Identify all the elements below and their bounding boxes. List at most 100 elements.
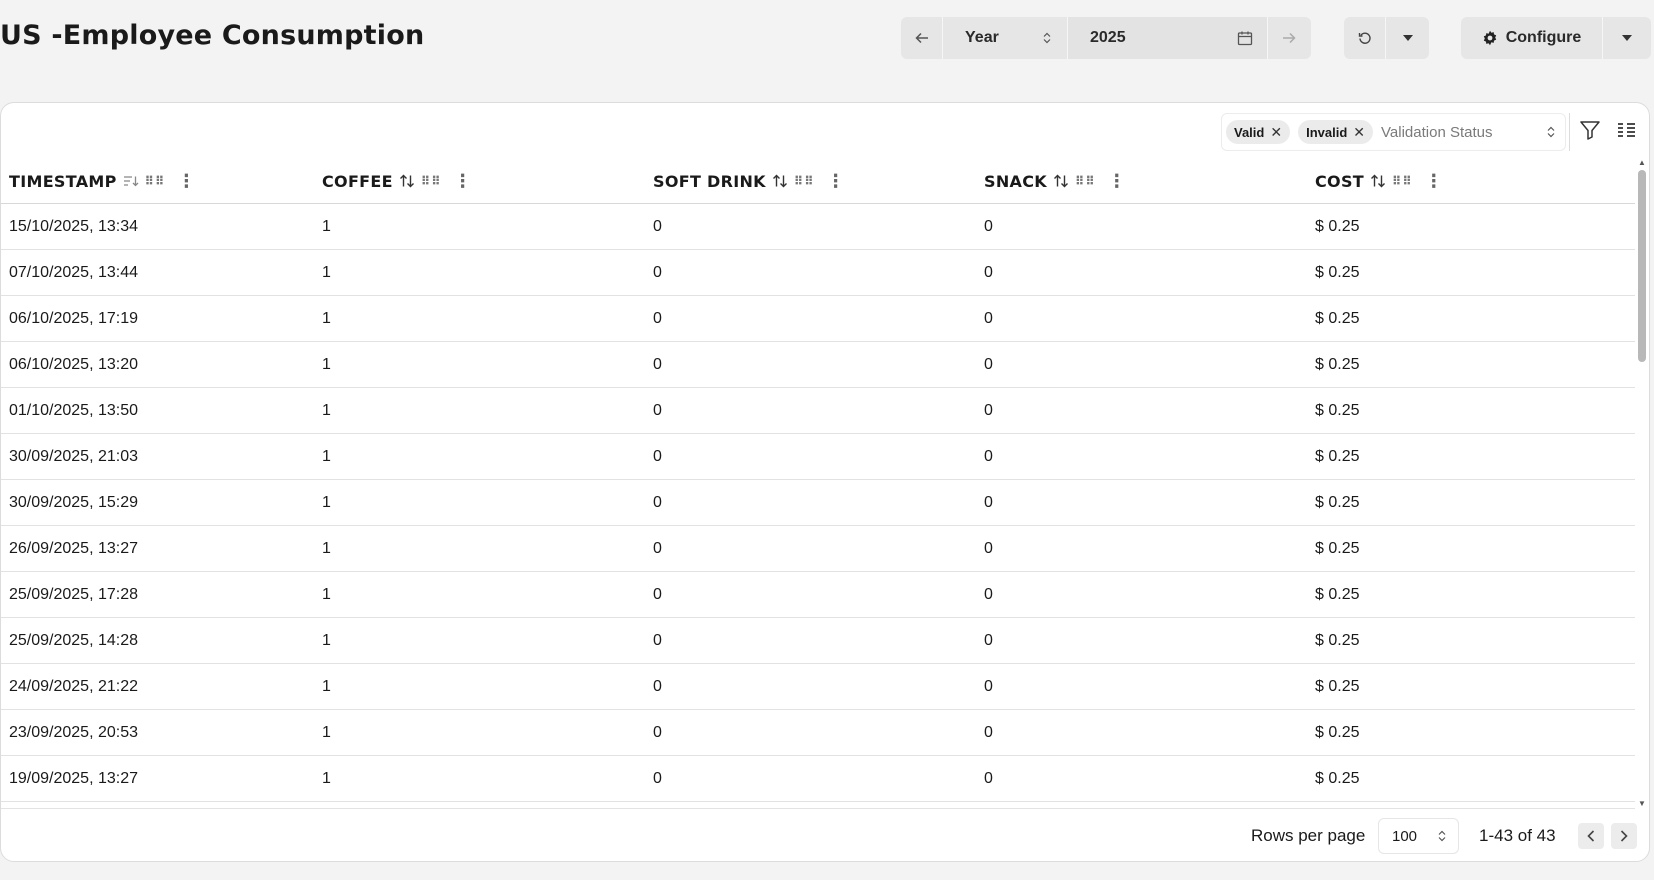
- cell-coffee: 1: [322, 310, 331, 327]
- refresh-options-button[interactable]: [1386, 17, 1429, 59]
- table-row[interactable]: 30/09/2025, 15:29 1 0 0 $ 0.25: [1, 480, 1635, 526]
- cell-timestamp: 19/09/2025, 13:27: [9, 770, 139, 787]
- table-row[interactable]: 06/10/2025, 13:20 1 0 0 $ 0.25: [1, 342, 1635, 388]
- cell-soft-drink: 0: [653, 540, 662, 557]
- sort-icon[interactable]: [399, 174, 415, 188]
- cell-coffee: 1: [322, 356, 331, 373]
- data-table-card: Valid ✕ Invalid ✕ Validation Status TIME…: [0, 102, 1650, 862]
- cell-cost: $ 0.25: [1315, 678, 1360, 695]
- close-icon[interactable]: ✕: [1353, 124, 1365, 141]
- table-row[interactable]: 01/10/2025, 13:50 1 0 0 $ 0.25: [1, 388, 1635, 434]
- cell-snack: 0: [984, 310, 993, 327]
- cell-coffee: 1: [322, 494, 331, 511]
- cell-snack: 0: [984, 264, 993, 281]
- column-menu-icon[interactable]: ⋮: [1108, 171, 1126, 192]
- cell-coffee: 1: [322, 540, 331, 557]
- scroll-down-icon[interactable]: ▼: [1638, 799, 1646, 808]
- cell-coffee: 1: [322, 770, 331, 787]
- table-row[interactable]: 26/09/2025, 13:27 1 0 0 $ 0.25: [1, 526, 1635, 572]
- filter-chip-label: Valid: [1234, 124, 1265, 140]
- cell-soft-drink: 0: [653, 218, 662, 235]
- column-label: COST: [1315, 171, 1364, 191]
- cell-timestamp: 15/10/2025, 13:34: [9, 218, 139, 235]
- table-row[interactable]: 25/09/2025, 17:28 1 0 0 $ 0.25: [1, 572, 1635, 618]
- sort-icon[interactable]: [772, 174, 788, 188]
- cell-soft-drink: 0: [653, 632, 662, 649]
- next-page-button[interactable]: [1611, 823, 1637, 849]
- cell-cost: $ 0.25: [1315, 218, 1360, 235]
- toolbar-divider: [1569, 113, 1570, 151]
- table-body: 15/10/2025, 13:34 1 0 0 $ 0.25 07/10/202…: [1, 204, 1635, 802]
- cell-soft-drink: 0: [653, 494, 662, 511]
- close-icon[interactable]: ✕: [1270, 124, 1282, 141]
- page-title: US -Employee Consumption: [0, 20, 425, 51]
- cell-coffee: 1: [322, 586, 331, 603]
- chevron-updown-icon: [1043, 32, 1051, 44]
- next-period-button[interactable]: [1268, 17, 1310, 59]
- table-row[interactable]: 30/09/2025, 21:03 1 0 0 $ 0.25: [1, 434, 1635, 480]
- column-menu-icon[interactable]: ⋮: [827, 171, 845, 192]
- cell-soft-drink: 0: [653, 770, 662, 787]
- table-row[interactable]: 06/10/2025, 17:19 1 0 0 $ 0.25: [1, 296, 1635, 342]
- scroll-up-icon[interactable]: ▲: [1638, 158, 1646, 167]
- drag-handle-icon[interactable]: ⠿⠿: [1075, 174, 1096, 188]
- table-row[interactable]: 23/09/2025, 20:53 1 0 0 $ 0.25: [1, 710, 1635, 756]
- column-label: SOFT DRINK: [653, 171, 766, 191]
- drag-handle-icon[interactable]: ⠿⠿: [794, 174, 815, 188]
- refresh-button[interactable]: [1344, 17, 1386, 59]
- columns-icon[interactable]: [1615, 119, 1637, 146]
- period-select[interactable]: Year: [943, 17, 1068, 59]
- cell-timestamp: 25/09/2025, 14:28: [9, 632, 139, 649]
- sort-icon[interactable]: [1370, 174, 1386, 188]
- cell-snack: 0: [984, 448, 993, 465]
- validation-status-filter[interactable]: Valid ✕ Invalid ✕ Validation Status: [1221, 113, 1566, 151]
- cell-timestamp: 06/10/2025, 13:20: [9, 356, 139, 373]
- cell-timestamp: 30/09/2025, 21:03: [9, 448, 139, 465]
- filter-chip-invalid[interactable]: Invalid ✕: [1298, 120, 1374, 144]
- configure-options-button[interactable]: [1603, 17, 1651, 59]
- drag-handle-icon[interactable]: ⠿⠿: [421, 174, 442, 188]
- date-picker[interactable]: 2025: [1068, 17, 1268, 59]
- column-header-coffee[interactable]: COFFEE ⠿⠿ ⋮: [322, 158, 472, 204]
- sort-desc-icon[interactable]: [123, 175, 139, 187]
- drag-handle-icon[interactable]: ⠿⠿: [1392, 174, 1413, 188]
- filter-chip-valid[interactable]: Valid ✕: [1226, 120, 1291, 144]
- gear-icon: [1482, 30, 1498, 46]
- column-header-snack[interactable]: SNACK ⠿⠿ ⋮: [984, 158, 1126, 204]
- table-row[interactable]: 25/09/2025, 14:28 1 0 0 $ 0.25: [1, 618, 1635, 664]
- column-menu-icon[interactable]: ⋮: [454, 171, 472, 192]
- rows-per-page-select[interactable]: 100: [1378, 818, 1459, 854]
- cell-soft-drink: 0: [653, 586, 662, 603]
- column-label: TIMESTAMP: [9, 171, 117, 191]
- previous-page-button[interactable]: [1578, 823, 1604, 849]
- cell-snack: 0: [984, 356, 993, 373]
- column-header-soft-drink[interactable]: SOFT DRINK ⠿⠿ ⋮: [653, 158, 845, 204]
- column-menu-icon[interactable]: ⋮: [177, 171, 195, 192]
- column-menu-icon[interactable]: ⋮: [1425, 171, 1443, 192]
- cell-timestamp: 30/09/2025, 15:29: [9, 494, 139, 511]
- table-row[interactable]: 15/10/2025, 13:34 1 0 0 $ 0.25: [1, 204, 1635, 250]
- filter-chip-label: Invalid: [1306, 124, 1348, 140]
- cell-coffee: 1: [322, 402, 331, 419]
- rows-per-page-label: Rows per page: [1251, 826, 1366, 845]
- cell-coffee: 1: [322, 724, 331, 741]
- sort-icon[interactable]: [1053, 174, 1069, 188]
- filter-icon[interactable]: [1579, 119, 1601, 146]
- cell-soft-drink: 0: [653, 310, 662, 327]
- cell-soft-drink: 0: [653, 402, 662, 419]
- table-row[interactable]: 24/09/2025, 21:22 1 0 0 $ 0.25: [1, 664, 1635, 710]
- table-row[interactable]: 19/09/2025, 13:27 1 0 0 $ 0.25: [1, 756, 1635, 802]
- column-header-cost[interactable]: COST ⠿⠿ ⋮: [1315, 158, 1443, 204]
- table-scrollbar[interactable]: ▲ ▼: [1635, 158, 1649, 808]
- cell-snack: 0: [984, 586, 993, 603]
- cell-cost: $ 0.25: [1315, 770, 1360, 787]
- previous-period-button[interactable]: [901, 17, 943, 59]
- table-row[interactable]: 07/10/2025, 13:44 1 0 0 $ 0.25: [1, 250, 1635, 296]
- cell-coffee: 1: [322, 264, 331, 281]
- scrollbar-thumb[interactable]: [1638, 170, 1646, 362]
- configure-button[interactable]: Configure: [1461, 17, 1603, 59]
- column-header-timestamp[interactable]: TIMESTAMP ⠿⠿ ⋮: [9, 158, 196, 204]
- drag-handle-icon[interactable]: ⠿⠿: [145, 174, 166, 188]
- arrow-left-icon: [914, 32, 929, 44]
- table-header: TIMESTAMP ⠿⠿ ⋮ COFFEE ⠿⠿ ⋮ SOFT DRINK ⠿⠿…: [1, 158, 1635, 204]
